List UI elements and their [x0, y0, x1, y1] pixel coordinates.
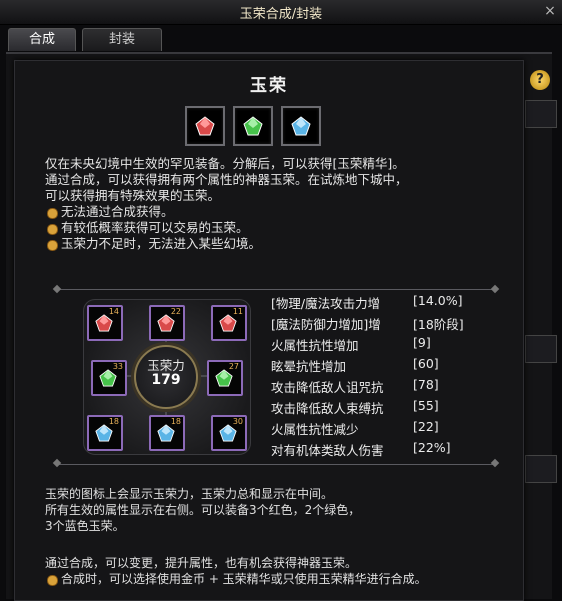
attribute-value: [78] — [413, 377, 439, 392]
attribute-row: 火属性抗性增加 [9] — [271, 335, 431, 354]
blue-gem-icon — [219, 424, 237, 442]
footer-text: 通过合成，可以变更，提升属性，也有机会获得神器玉荣。 合成时，可以选择使用金币 … — [45, 555, 520, 587]
red-gem-icon — [157, 314, 175, 332]
bullet-icon — [47, 575, 58, 586]
description-line: 可以获得拥有特殊效果的玉荣。 — [45, 188, 221, 203]
gem-slot[interactable]: 27 — [207, 360, 243, 396]
attribute-name: 眩晕抗性增加 — [271, 359, 347, 374]
attribute-row: [物理/魔法攻击力增 [14.0%] — [271, 293, 462, 312]
green-gem-icon — [99, 369, 117, 387]
equipment-frame: 玉荣力 179 14 22 11 33 27 18 18 30 [物理/魔法攻击… — [52, 284, 500, 468]
side-button[interactable] — [525, 335, 557, 363]
gem-slot[interactable]: 11 — [211, 305, 247, 341]
bullet-item: 玉荣力不足时，无法进入某些幻境。 — [45, 236, 515, 252]
attribute-value: [60] — [413, 356, 439, 371]
attribute-row: 对有机体类敌人伤害 [22%] — [271, 440, 451, 459]
bullet-icon — [47, 224, 58, 235]
green-gem-slot — [233, 106, 273, 146]
info-line: 3个蓝色玉荣。 — [45, 519, 125, 533]
info-line: 所有生效的属性显示在右侧。可以装备3个红色，2个绿色， — [45, 503, 361, 517]
green-gem-icon — [243, 116, 263, 136]
attribute-name: [物理/魔法攻击力增 — [271, 296, 381, 311]
footer-bullet-text: 合成时，可以选择使用金币 + 玉荣精华或只使用玉荣精华进行合成。 — [61, 572, 427, 586]
attribute-name: 攻击降低敌人诅咒抗 — [271, 380, 384, 395]
attribute-value: [18阶段] — [413, 317, 464, 332]
red-gem-icon — [195, 116, 215, 136]
red-gem-icon — [219, 314, 237, 332]
footer-line: 通过合成，可以变更，提升属性，也有机会获得神器玉荣。 — [45, 556, 358, 570]
bullet-item: 无法通过合成获得。 — [45, 204, 515, 220]
green-gem-icon — [215, 369, 233, 387]
bullet-icon — [47, 240, 58, 251]
info-text: 玉荣的图标上会显示玉荣力，玉荣力总和显示在中间。 所有生效的属性显示在右侧。可以… — [45, 486, 515, 534]
blue-gem-icon — [95, 424, 113, 442]
attribute-value: [14.0%] — [413, 293, 463, 308]
gem-slot[interactable]: 33 — [91, 360, 127, 396]
blue-gem-icon — [157, 424, 175, 442]
gem-slot[interactable]: 18 — [149, 415, 185, 451]
attribute-row: 眩晕抗性增加 [60] — [271, 356, 439, 375]
bullet-icon — [47, 208, 58, 219]
blue-gem-slot — [281, 106, 321, 146]
bullet-item: 有较低概率获得可以交易的玉荣。 — [45, 220, 515, 236]
attribute-name: 攻击降低敌人束缚抗 — [271, 401, 384, 416]
blue-gem-icon — [291, 116, 311, 136]
attribute-name: [魔法防御力增加]增 — [271, 317, 381, 332]
bullet-text: 玉荣力不足时，无法进入某些幻境。 — [61, 236, 262, 251]
side-button[interactable] — [525, 100, 557, 128]
red-gem-slot — [185, 106, 225, 146]
description: 仅在未央幻境中生效的罕见装备。分解后，可以获得[玉荣精华]。 通过合成，可以获得… — [45, 156, 515, 252]
frame-corner — [490, 458, 500, 468]
close-icon[interactable]: × — [542, 2, 558, 20]
power-value: 179 — [151, 372, 181, 388]
bullet-text: 有较低概率获得可以交易的玉荣。 — [61, 220, 249, 235]
help-icon[interactable]: ? — [530, 70, 550, 90]
attribute-value: [9] — [413, 335, 431, 350]
gem-slot[interactable]: 30 — [211, 415, 247, 451]
gem-slot[interactable]: 18 — [87, 415, 123, 451]
power-circle: 玉荣力 179 — [134, 345, 198, 409]
side-button[interactable] — [525, 455, 557, 483]
footer-bullet: 合成时，可以选择使用金币 + 玉荣精华或只使用玉荣精华进行合成。 — [45, 571, 520, 587]
tab-synthesis[interactable]: 合成 — [8, 28, 76, 51]
attribute-row: 火属性抗性减少 [22] — [271, 419, 439, 438]
tab-seal[interactable]: 封装 — [82, 28, 162, 51]
gem-slot[interactable]: 14 — [87, 305, 123, 341]
attribute-value: [55] — [413, 398, 439, 413]
panel-title: 玉荣 — [250, 76, 288, 96]
gem-slot[interactable]: 22 — [149, 305, 185, 341]
attribute-name: 火属性抗性减少 — [271, 422, 359, 437]
attribute-row: 攻击降低敌人诅咒抗 [78] — [271, 377, 439, 396]
description-line: 通过合成，可以获得拥有两个属性的神器玉荣。在试炼地下城中， — [45, 172, 408, 187]
description-line: 仅在未央幻境中生效的罕见装备。分解后，可以获得[玉荣精华]。 — [45, 156, 405, 171]
bullet-text: 无法通过合成获得。 — [61, 204, 174, 219]
gem-ring: 玉荣力 179 14 22 11 33 27 18 18 30 — [77, 295, 255, 457]
attribute-value: [22] — [413, 419, 439, 434]
tooltip-panel: 玉荣 仅在未央幻境中生效的罕见装备。分解后，可以获得[玉荣精华]。 通过合成，可… — [14, 60, 524, 601]
red-gem-icon — [95, 314, 113, 332]
attribute-name: 对有机体类敌人伤害 — [271, 443, 384, 458]
attribute-row: [魔法防御力增加]增 [18阶段] — [271, 314, 464, 333]
info-line: 玉荣的图标上会显示玉荣力，玉荣力总和显示在中间。 — [45, 487, 334, 501]
window-title: 玉荣合成/封装 — [239, 7, 323, 22]
attribute-name: 火属性抗性增加 — [271, 338, 359, 353]
attribute-value: [22%] — [413, 440, 451, 455]
title-bar: 玉荣合成/封装 × — [0, 0, 562, 25]
attribute-row: 攻击降低敌人束缚抗 [55] — [271, 398, 439, 417]
